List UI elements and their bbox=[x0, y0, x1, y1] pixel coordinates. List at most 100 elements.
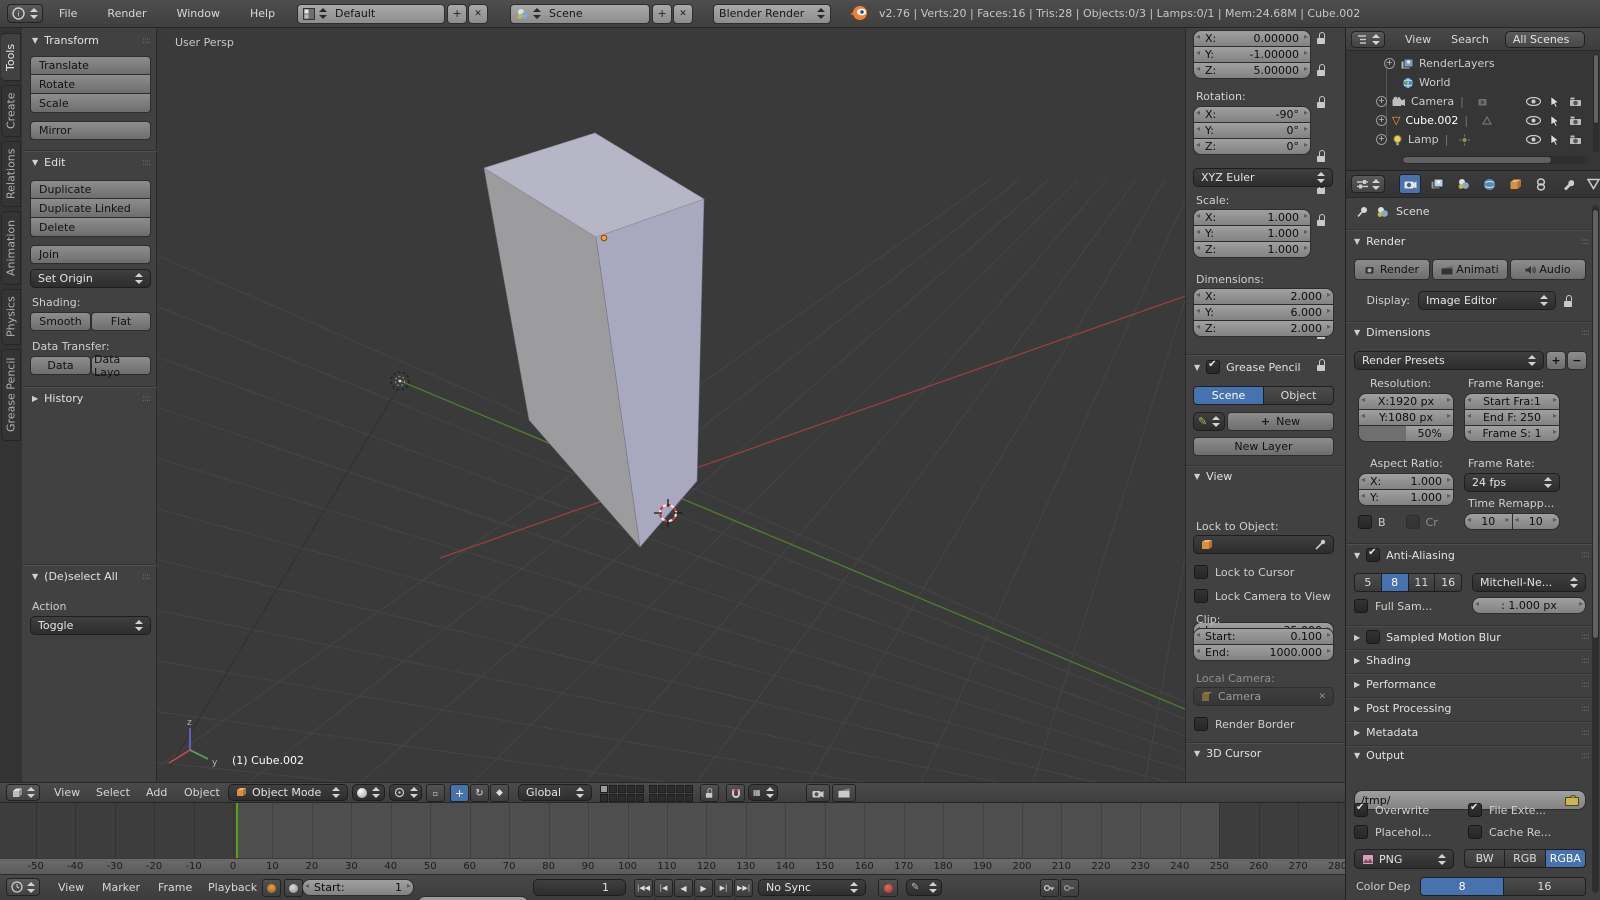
timeline-track[interactable] bbox=[0, 803, 1345, 858]
layer-cell[interactable] bbox=[658, 785, 666, 793]
panel-anti-aliasing-header[interactable]: ▼ Anti-Aliasing:::: bbox=[1354, 548, 1589, 562]
pin-icon[interactable] bbox=[1356, 205, 1369, 218]
panel-shading-header[interactable]: ▶Shading:::: bbox=[1354, 654, 1589, 667]
manipulator-translate-toggle[interactable]: + bbox=[450, 784, 469, 802]
layer-cell[interactable] bbox=[627, 794, 635, 802]
layer-cell[interactable] bbox=[618, 785, 626, 793]
layer-cell[interactable] bbox=[658, 794, 666, 802]
current-frame-field[interactable]: 1 bbox=[533, 879, 626, 896]
frame-rate-dropdown[interactable]: 24 fps bbox=[1464, 473, 1560, 492]
tool-shelf-tab-tools[interactable]: Tools bbox=[1, 33, 21, 81]
layer-cell[interactable] bbox=[685, 785, 693, 793]
start-frame-field[interactable]: Start:1 bbox=[302, 879, 414, 896]
aa-samples-8[interactable]: 8 bbox=[1382, 573, 1409, 592]
layers-widget[interactable] bbox=[600, 785, 645, 803]
layer-cell[interactable] bbox=[609, 794, 617, 802]
menu-view[interactable]: View bbox=[1399, 33, 1437, 46]
panel-view-header[interactable]: ▼ View bbox=[1194, 470, 1336, 483]
clip-start-field[interactable]: Start:0.100 bbox=[1193, 628, 1334, 645]
end-frame-field[interactable]: End:250 bbox=[417, 896, 529, 900]
editor-type-selector[interactable] bbox=[1351, 175, 1385, 193]
gp-new-button[interactable]: +New bbox=[1227, 412, 1334, 431]
snap-element-dropdown[interactable]: ▦ bbox=[748, 784, 778, 801]
border-checkbox[interactable] bbox=[1358, 515, 1372, 529]
menu-frame[interactable]: Frame bbox=[152, 881, 198, 894]
rotation-y-field[interactable]: Y:0° bbox=[1193, 122, 1311, 139]
manipulator-rotate-toggle[interactable]: ↻ bbox=[470, 784, 489, 802]
color-rgba-button[interactable]: RGBA bbox=[1546, 849, 1586, 868]
panel-3d-cursor-header[interactable]: ▼ 3D Cursor bbox=[1194, 747, 1336, 760]
panel-sampled-motion-blur-header[interactable]: ▶Sampled Motion Blur:::: bbox=[1354, 630, 1589, 644]
lock-camera-checkbox[interactable] bbox=[1194, 589, 1208, 603]
scale-button[interactable]: Scale bbox=[30, 94, 151, 113]
menu-render[interactable]: Render bbox=[101, 7, 152, 20]
layer-cell[interactable] bbox=[618, 794, 626, 802]
rotate-button[interactable]: Rotate bbox=[30, 75, 151, 94]
data-button[interactable]: Data bbox=[30, 356, 91, 375]
translate-button[interactable]: Translate bbox=[30, 56, 151, 75]
duplicate-linked-button[interactable]: Duplicate Linked bbox=[30, 199, 151, 218]
viewport-shading-dropdown[interactable] bbox=[352, 784, 385, 801]
depth-8-button[interactable]: 8 bbox=[1420, 877, 1503, 896]
local-camera-field[interactable]: Camera ✕ bbox=[1193, 687, 1334, 706]
location-x-field[interactable]: X:0.00000 bbox=[1193, 30, 1311, 47]
aa-filter-dropdown[interactable]: Mitchell-Ne... bbox=[1472, 573, 1586, 592]
tab-render-layers[interactable] bbox=[1427, 178, 1447, 190]
preview-range-toggle[interactable] bbox=[262, 879, 281, 897]
lock-to-cursor-checkbox[interactable] bbox=[1194, 565, 1208, 579]
cube-object[interactable] bbox=[484, 133, 704, 547]
menu-search[interactable]: Search bbox=[1445, 33, 1495, 46]
outliner-filter-dropdown[interactable]: All Scenes bbox=[1505, 31, 1585, 48]
aspect-y-field[interactable]: Y:1.000 bbox=[1358, 489, 1454, 506]
panel-output-header[interactable]: ▼Output:::: bbox=[1354, 749, 1589, 762]
aspect-x-field[interactable]: X:1.000 bbox=[1358, 473, 1454, 490]
eyedropper-icon[interactable] bbox=[1315, 539, 1326, 550]
render-engine-selector[interactable]: Blender Render bbox=[713, 4, 831, 24]
remap-new-field[interactable]: 10 bbox=[1513, 513, 1561, 530]
resolution-percent-slider[interactable]: 50% bbox=[1358, 425, 1454, 442]
layer-cell[interactable] bbox=[649, 785, 657, 793]
tool-shelf-tab-create[interactable]: Create bbox=[1, 85, 21, 137]
panel-checkbox[interactable] bbox=[1366, 630, 1380, 644]
panel-render-header[interactable]: ▼Render:::: bbox=[1354, 235, 1589, 248]
insert-keyframe-button[interactable] bbox=[1040, 879, 1059, 897]
keying-set-dropdown[interactable]: ✎ bbox=[906, 879, 942, 896]
menu-object[interactable]: Object bbox=[178, 786, 226, 799]
remap-old-field[interactable]: 10 bbox=[1464, 513, 1513, 530]
menu-playback[interactable]: Playback bbox=[202, 881, 263, 894]
data-layout-button[interactable]: Data Layo bbox=[91, 356, 151, 375]
play-button[interactable]: ▶ bbox=[694, 879, 713, 897]
viewport-3d[interactable]: z y User Persp (1) Cube.002 ToolsCreateR… bbox=[0, 28, 1345, 782]
rotation-x-field[interactable]: X:-90° bbox=[1193, 106, 1311, 123]
add-scene-button[interactable]: + bbox=[652, 4, 672, 24]
opengl-render-anim-button[interactable] bbox=[832, 784, 856, 802]
panel-transform-header[interactable]: ▼ Transform:::: bbox=[32, 34, 150, 47]
panel-grease-pencil-header[interactable]: ▼ Grease Pencil bbox=[1194, 360, 1336, 374]
layer-cell[interactable] bbox=[667, 785, 675, 793]
close-layout-button[interactable]: ✕ bbox=[468, 4, 488, 24]
aa-filter-size-field[interactable]: : 1.000 px bbox=[1472, 597, 1586, 614]
add-preset-button[interactable]: + bbox=[1546, 351, 1566, 370]
layer-cell[interactable] bbox=[636, 785, 644, 793]
selectable-cursor-icon[interactable] bbox=[1550, 115, 1560, 127]
opengl-render-button[interactable] bbox=[806, 784, 830, 802]
menu-file[interactable]: File bbox=[53, 7, 83, 20]
gp-brush-dropdown[interactable]: ✎ bbox=[1193, 412, 1225, 431]
lock-to-cursor-row[interactable]: Lock to Cursor bbox=[1194, 565, 1294, 579]
render-button[interactable]: Render bbox=[1354, 259, 1430, 280]
outliner-row[interactable]: + Lamp | bbox=[1346, 130, 1592, 149]
layer-cell[interactable] bbox=[627, 785, 635, 793]
vertical-scrollbar[interactable] bbox=[1592, 205, 1599, 893]
location-z-field[interactable]: Z:5.00000 bbox=[1193, 62, 1311, 79]
tab-scene[interactable] bbox=[1453, 178, 1473, 190]
panel-post-processing-header[interactable]: ▶Post Processing:::: bbox=[1354, 702, 1589, 715]
jump-to-start-button[interactable]: |◀◀ bbox=[634, 879, 653, 897]
menu-add[interactable]: Add bbox=[140, 786, 173, 799]
render-border-checkbox[interactable] bbox=[1194, 717, 1208, 731]
menu-help[interactable]: Help bbox=[244, 7, 281, 20]
manipulator-scale-toggle[interactable]: ◆ bbox=[490, 784, 509, 802]
render-border-row[interactable]: Render Border bbox=[1194, 717, 1295, 731]
add-layout-button[interactable]: + bbox=[447, 4, 467, 24]
color-bw-button[interactable]: BW bbox=[1464, 849, 1505, 868]
horizontal-scrollbar[interactable] bbox=[1402, 156, 1588, 164]
